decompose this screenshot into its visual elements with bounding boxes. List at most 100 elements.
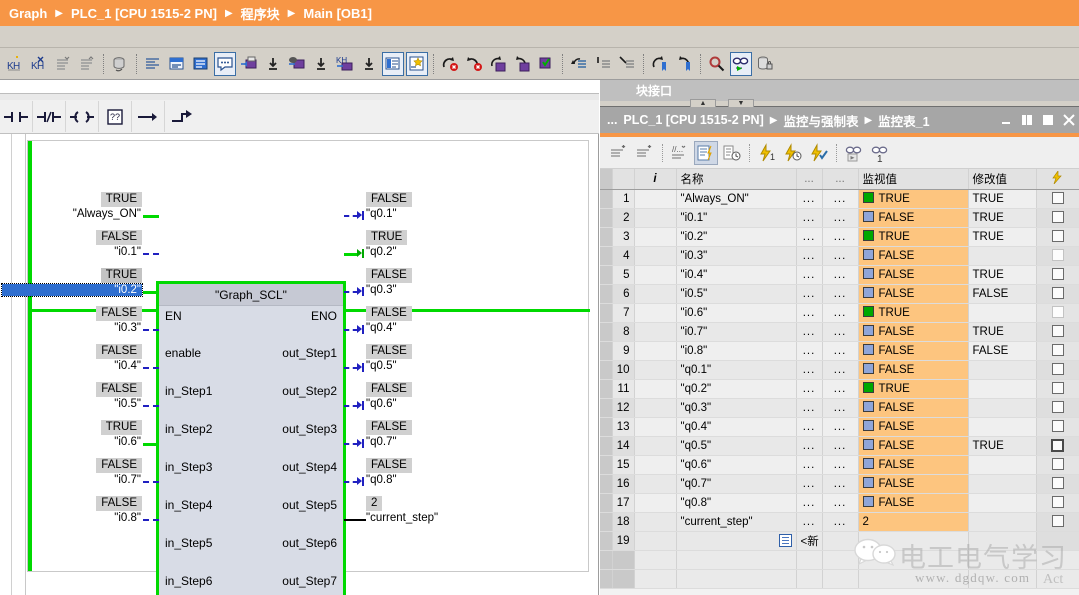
new-row-label[interactable]: <新 <box>796 531 823 551</box>
table-row[interactable]: 9 "i0.8"...... FALSE FALSE <box>600 341 1079 361</box>
table-row[interactable]: 14 "q0.5"...... FALSE TRUE <box>600 436 1079 456</box>
bookmark-next-icon[interactable] <box>673 52 695 76</box>
row-modify-value[interactable] <box>968 455 1037 475</box>
wt-breadcrumb-item-plc[interactable]: PLC_1 [CPU 1515-2 PN] <box>623 113 763 127</box>
row-gutter[interactable] <box>600 322 613 342</box>
row-address-cell[interactable]: ... <box>796 227 823 247</box>
row-monitor-value[interactable]: FALSE <box>858 208 969 228</box>
collapse-rows-icon[interactable] <box>633 141 657 165</box>
empty-box-icon[interactable]: ?? <box>99 101 132 132</box>
breadcrumb-item-graph[interactable]: Graph <box>7 6 49 21</box>
row-monitor-value[interactable]: TRUE <box>858 227 969 247</box>
row-info-cell[interactable] <box>634 398 677 418</box>
row-format-cell[interactable]: ... <box>822 474 859 494</box>
show-absolute-icon[interactable] <box>142 52 164 76</box>
insert-network-icon[interactable]: KH <box>4 52 26 76</box>
monitor-once-icon[interactable]: 1 <box>868 141 892 165</box>
operand-i0-5[interactable]: FALSE "i0.5" <box>20 382 142 410</box>
table-row[interactable]: 2 "i0.1"...... FALSE TRUE <box>600 208 1079 228</box>
operand-i0-3[interactable]: FALSE "i0.3" <box>20 306 142 334</box>
row-address-cell[interactable]: ... <box>796 398 823 418</box>
row-format-cell[interactable]: ... <box>822 512 859 532</box>
row-trigger-cell[interactable] <box>1036 512 1079 532</box>
col-monitor-value[interactable]: 监视值 <box>858 169 969 190</box>
row-trigger-cell[interactable] <box>1036 360 1079 380</box>
row-modify-value[interactable]: FALSE <box>968 284 1037 304</box>
row-address-cell[interactable]: ... <box>796 341 823 361</box>
row-gutter[interactable] <box>600 436 613 456</box>
row-gutter[interactable] <box>600 189 613 209</box>
row-format-cell[interactable]: ... <box>822 379 859 399</box>
row-name-cell[interactable]: "q0.6" <box>676 455 797 475</box>
open-branch-icon[interactable] <box>132 101 165 132</box>
col-info[interactable]: i <box>634 169 677 190</box>
table-row[interactable]: 8 "i0.7"...... FALSE TRUE <box>600 322 1079 342</box>
breadcrumb-item-program-blocks[interactable]: 程序块 <box>239 4 282 23</box>
trigger-checkbox[interactable] <box>1051 230 1064 242</box>
row-modify-value[interactable]: TRUE <box>968 265 1037 285</box>
row-address-cell[interactable]: ... <box>796 303 823 323</box>
modify-now-icon[interactable]: 1 <box>755 141 779 165</box>
row-info-cell[interactable] <box>634 227 677 247</box>
monitor-block-icon[interactable] <box>286 52 308 76</box>
row-trigger-cell[interactable] <box>1036 246 1079 266</box>
row-gutter[interactable] <box>600 265 613 285</box>
row-name-cell[interactable]: "q0.8" <box>676 493 797 513</box>
modify-trigger-icon[interactable] <box>781 141 805 165</box>
close-icon[interactable] <box>1062 114 1075 127</box>
block-call-icon[interactable] <box>487 52 509 76</box>
table-row[interactable]: 7 "i0.6"...... TRUE <box>600 303 1079 323</box>
row-modify-value[interactable] <box>968 512 1037 532</box>
row-trigger-cell[interactable] <box>1036 398 1079 418</box>
row-address-cell[interactable]: ... <box>796 512 823 532</box>
row-gutter[interactable] <box>600 246 613 266</box>
bookmark-prev-icon[interactable] <box>649 52 671 76</box>
block-call-back-icon[interactable] <box>511 52 533 76</box>
new-row-dropdown-cell[interactable] <box>676 531 797 551</box>
row-format-cell[interactable]: ... <box>822 265 859 285</box>
monitor-on-icon[interactable] <box>730 51 752 76</box>
col-modify-value[interactable]: 修改值 <box>968 169 1037 190</box>
row-address-cell[interactable]: ... <box>796 246 823 266</box>
row-info-cell[interactable] <box>634 531 677 551</box>
wt-breadcrumb-item-watch-force[interactable]: 监控与强制表 <box>783 111 858 130</box>
row-monitor-value[interactable]: FALSE <box>858 284 969 304</box>
trigger-checkbox[interactable] <box>1051 477 1064 489</box>
row-modify-value[interactable] <box>968 493 1037 513</box>
row-info-cell[interactable] <box>634 379 677 399</box>
new-row-trigger-cell[interactable] <box>1036 531 1079 551</box>
row-format-cell[interactable]: ... <box>822 436 859 456</box>
row-info-cell[interactable] <box>634 284 677 304</box>
operand-q0-2[interactable]: TRUE "q0.2" <box>366 230 476 258</box>
favorites-icon[interactable] <box>406 51 428 76</box>
row-monitor-value[interactable]: FALSE <box>858 474 969 494</box>
operand-q0-8[interactable]: FALSE "q0.8" <box>366 458 476 486</box>
row-info-cell[interactable] <box>634 512 677 532</box>
row-gutter[interactable] <box>600 512 613 532</box>
row-name-cell[interactable]: "q0.3" <box>676 398 797 418</box>
col-name[interactable]: 名称 <box>676 169 797 190</box>
row-monitor-value[interactable]: FALSE <box>858 341 969 361</box>
row-address-cell[interactable]: ... <box>796 360 823 380</box>
row-trigger-cell[interactable] <box>1036 303 1079 323</box>
row-format-cell[interactable]: ... <box>822 246 859 266</box>
row-trigger-cell[interactable] <box>1036 474 1079 494</box>
row-gutter[interactable] <box>600 531 613 551</box>
row-trigger-cell[interactable] <box>1036 322 1079 342</box>
col-address[interactable]: ... <box>796 169 823 190</box>
row-trigger-cell[interactable] <box>1036 284 1079 304</box>
row-gutter[interactable] <box>600 360 613 380</box>
row-address-cell[interactable]: ... <box>796 474 823 494</box>
trigger-checkbox[interactable] <box>1051 382 1064 394</box>
watch-table[interactable]: 技边 .com i 名称 ... ... 监视值 修改值 <box>600 169 1079 595</box>
row-address-cell[interactable]: ... <box>796 493 823 513</box>
row-monitor-value[interactable]: TRUE <box>858 379 969 399</box>
row-monitor-value[interactable]: FALSE <box>858 455 969 475</box>
row-name-cell[interactable]: "i0.5" <box>676 284 797 304</box>
row-name-cell[interactable]: "i0.6" <box>676 303 797 323</box>
row-gutter[interactable] <box>600 493 613 513</box>
row-info-cell[interactable] <box>634 208 677 228</box>
row-gutter[interactable] <box>600 303 613 323</box>
row-info-cell[interactable] <box>634 455 677 475</box>
operand-i0-8[interactable]: FALSE "i0.8" <box>20 496 142 524</box>
